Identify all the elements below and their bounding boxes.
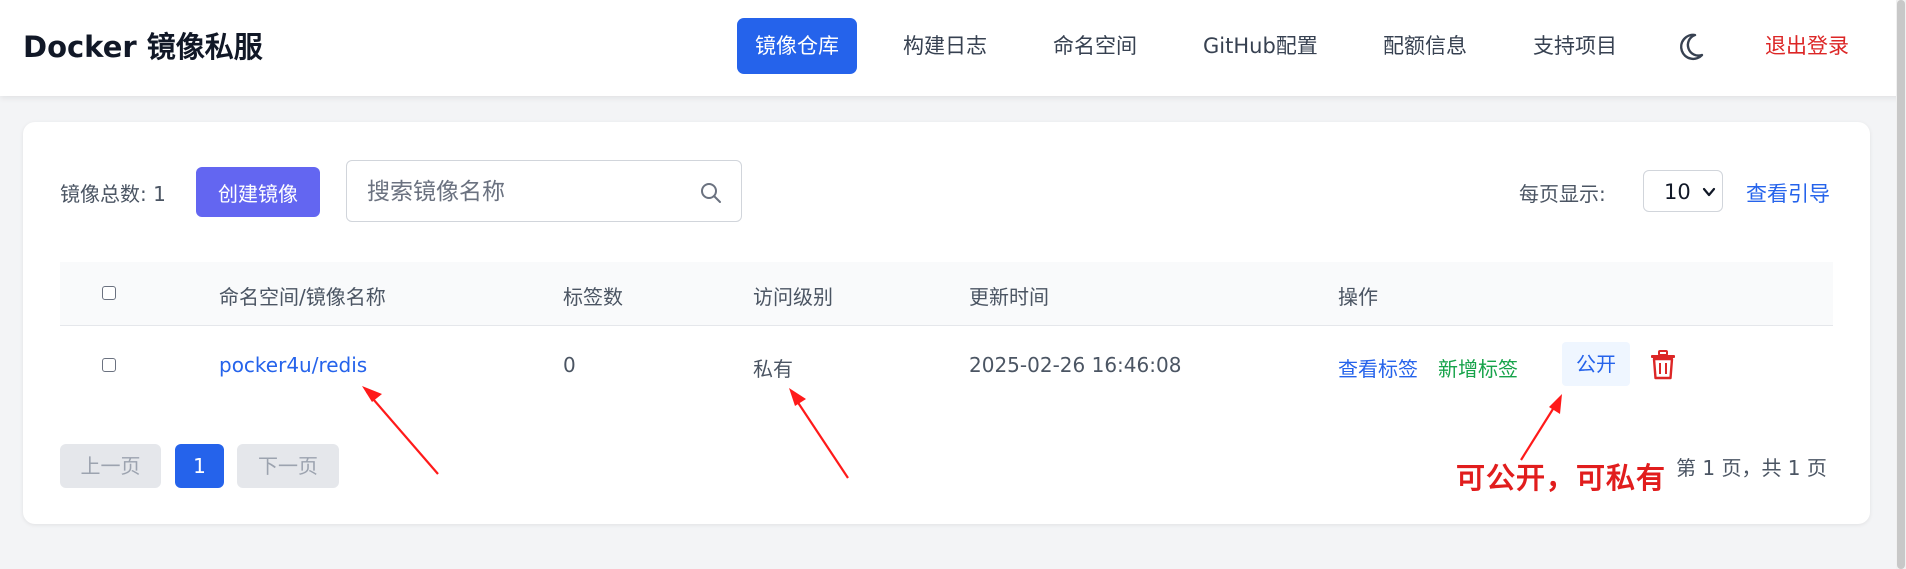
search-field[interactable]: [346, 160, 742, 222]
image-total-count: 镜像总数: 1: [60, 182, 166, 206]
row-checkbox[interactable]: [102, 358, 116, 372]
nav-quota-info[interactable]: 配额信息: [1383, 18, 1467, 74]
col-name: 命名空间/镜像名称: [219, 285, 386, 309]
page-1-button[interactable]: 1: [175, 444, 224, 488]
per-page-value: 10: [1664, 180, 1691, 204]
per-page-select[interactable]: 10: [1643, 170, 1723, 212]
nav-github-config[interactable]: GitHub配置: [1203, 18, 1318, 74]
app-title: Docker 镜像私服: [23, 30, 263, 64]
col-access-level: 访问级别: [753, 285, 833, 309]
scrollbar-thumb[interactable]: [1897, 0, 1905, 569]
page-info: 第 1 页，共 1 页: [1676, 456, 1827, 480]
next-page-button[interactable]: 下一页: [237, 444, 339, 488]
updated-time: 2025-02-26 16:46:08: [969, 353, 1182, 377]
annotation-label: 可公开，可私有: [1456, 461, 1667, 495]
nav-image-repo[interactable]: 镜像仓库: [737, 18, 857, 74]
prev-page-button[interactable]: 上一页: [60, 444, 161, 488]
make-public-button[interactable]: 公开: [1562, 342, 1630, 386]
logout-link[interactable]: 退出登录: [1765, 18, 1849, 74]
add-tag-link[interactable]: 新增标签: [1438, 353, 1518, 382]
table-row: pocker4u/redis 0 私有 2025-02-26 16:46:08 …: [60, 326, 1833, 404]
col-tag-count: 标签数: [563, 285, 623, 309]
nav-support-project[interactable]: 支持项目: [1533, 18, 1617, 74]
select-all-checkbox[interactable]: [102, 286, 116, 300]
col-updated-time: 更新时间: [969, 285, 1049, 309]
chevron-down-icon: [1702, 187, 1716, 197]
search-input[interactable]: [365, 175, 689, 209]
tag-count: 0: [563, 353, 576, 377]
nav-namespaces[interactable]: 命名空间: [1053, 18, 1137, 74]
nav-build-logs[interactable]: 构建日志: [903, 18, 987, 74]
top-nav-bar: Docker 镜像私服 镜像仓库 构建日志 命名空间 GitHub配置 配额信息…: [0, 0, 1906, 96]
access-level: 私有: [753, 357, 793, 381]
table-header: 命名空间/镜像名称 标签数 访问级别 更新时间 操作: [60, 262, 1833, 326]
image-name-link[interactable]: pocker4u/redis: [219, 353, 367, 377]
view-guide-link[interactable]: 查看引导: [1746, 178, 1830, 208]
col-actions: 操作: [1338, 285, 1378, 309]
per-page-label: 每页显示:: [1519, 182, 1606, 206]
page-scrollbar[interactable]: [1896, 0, 1906, 569]
search-icon[interactable]: [699, 181, 723, 205]
view-tags-link[interactable]: 查看标签: [1338, 353, 1418, 382]
create-image-button[interactable]: 创建镜像: [196, 167, 320, 217]
moon-icon[interactable]: [1676, 30, 1706, 64]
trash-icon[interactable]: [1650, 350, 1676, 380]
